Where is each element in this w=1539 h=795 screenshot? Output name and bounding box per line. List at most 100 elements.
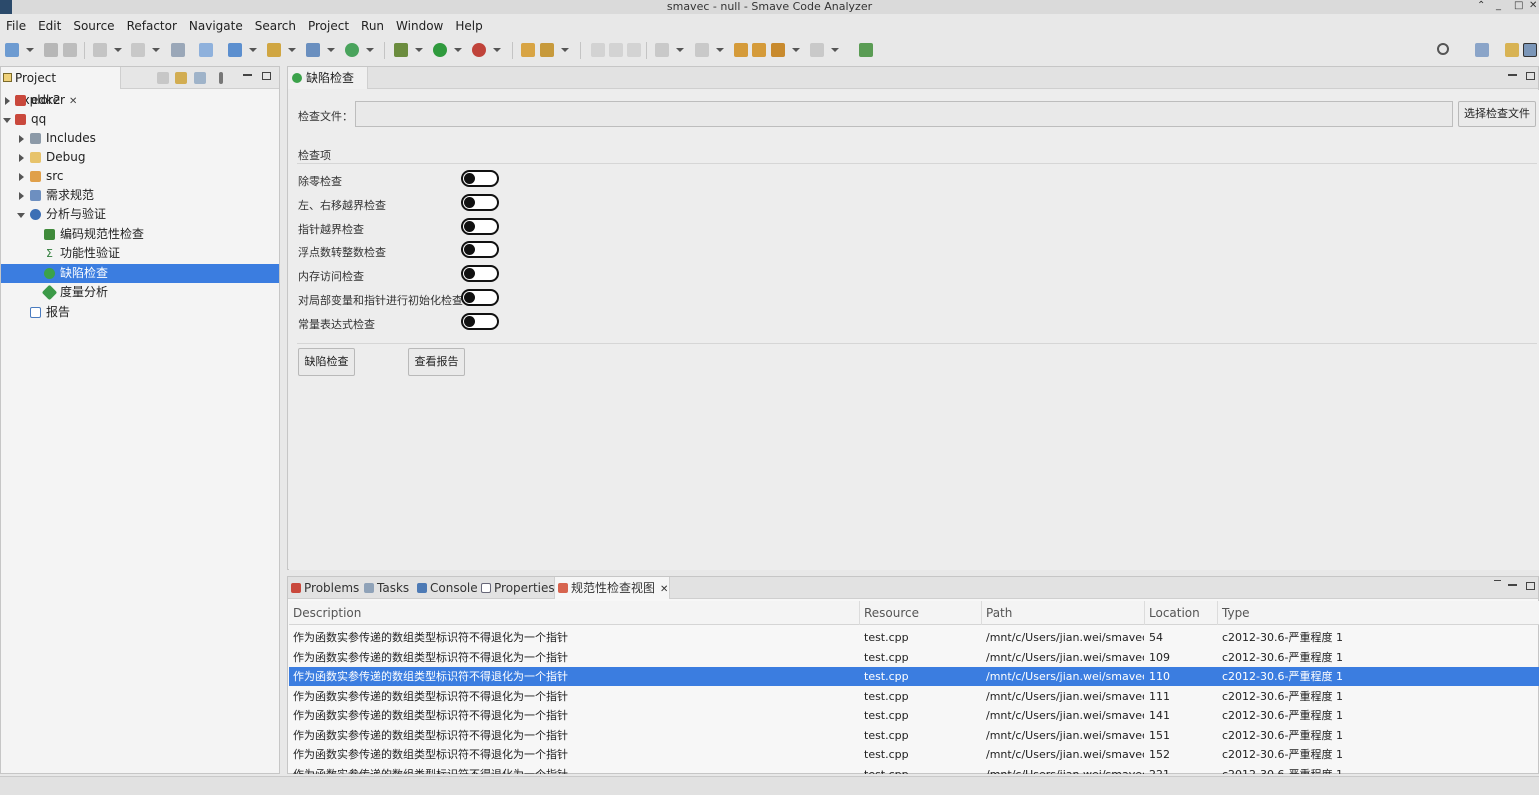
menu-edit[interactable]: Edit	[32, 16, 67, 36]
build-dropdown-icon[interactable]	[152, 48, 160, 52]
tab-console[interactable]: Console	[414, 577, 478, 599]
toggle-float-to-int[interactable]	[461, 241, 499, 258]
menu-search[interactable]: Search	[249, 16, 302, 36]
expand-icon[interactable]	[5, 97, 10, 105]
tree-item-requirements[interactable]: 需求规范	[1, 186, 279, 205]
tree-item-edk2[interactable]: edk2	[1, 91, 279, 110]
link-with-editor-icon[interactable]	[175, 72, 187, 84]
refresh-dropdown-icon[interactable]	[366, 48, 374, 52]
forward-icon[interactable]	[810, 43, 824, 57]
menu-run[interactable]: Run	[355, 16, 390, 36]
tab-properties[interactable]: Properties	[478, 577, 555, 599]
search-file-icon[interactable]	[199, 43, 213, 57]
run-icon[interactable]	[433, 43, 447, 57]
filter-icon[interactable]	[194, 72, 206, 84]
save-icon[interactable]	[44, 43, 58, 57]
external-tools-icon[interactable]	[472, 43, 486, 57]
toggle-init-check[interactable]	[461, 289, 499, 306]
expand-icon[interactable]	[19, 173, 24, 181]
debug-dropdown-icon[interactable]	[415, 48, 423, 52]
table-row[interactable]: 作为函数实参传递的数组类型标识符不得退化为一个指针 test.cpp /mnt/…	[289, 706, 1539, 725]
tree-item-function-verify[interactable]: Σ 功能性验证	[1, 244, 279, 263]
tree-item-defect-check[interactable]: 缺陷检查	[1, 264, 279, 283]
run-dropdown-icon[interactable]	[454, 48, 462, 52]
table-row[interactable]: 作为函数实参传递的数组类型标识符不得退化为一个指针 test.cpp /mnt/…	[289, 765, 1539, 774]
analyzer-perspective-icon[interactable]	[1523, 43, 1537, 57]
collapse-icon[interactable]: ⌃	[1477, 0, 1485, 12]
tree-item-debug[interactable]: Debug	[1, 148, 279, 167]
last-edit-icon[interactable]	[734, 43, 748, 57]
tree-item-analysis[interactable]: 分析与验证	[1, 205, 279, 224]
menu-navigate[interactable]: Navigate	[183, 16, 249, 36]
expand-icon[interactable]	[19, 192, 24, 200]
close-icon[interactable]: ✕	[1529, 0, 1537, 12]
external-tools-dropdown-icon[interactable]	[493, 48, 501, 52]
cpp-perspective-icon[interactable]	[1505, 43, 1519, 57]
tab-problems[interactable]: Problems	[288, 577, 359, 599]
next-annotation-dropdown-icon[interactable]	[676, 48, 684, 52]
toggle-shift-overflow[interactable]	[461, 194, 499, 211]
disabled-tool-icon[interactable]	[627, 43, 641, 57]
prev-annotation-icon[interactable]	[695, 43, 709, 57]
menu-refactor[interactable]: Refactor	[121, 16, 183, 36]
minimize-view-icon[interactable]	[243, 74, 252, 76]
collapse-icon[interactable]	[3, 118, 11, 123]
expand-icon[interactable]	[19, 135, 24, 143]
refresh-icon[interactable]	[345, 43, 359, 57]
tree-item-report[interactable]: 报告	[1, 303, 279, 322]
new-class-dropdown-icon[interactable]	[327, 48, 335, 52]
tree-item-coding-check[interactable]: 编码规范性检查	[1, 225, 279, 244]
view-menu-icon[interactable]	[219, 72, 223, 84]
menu-project[interactable]: Project	[302, 16, 355, 36]
column-header-location[interactable]: Location	[1145, 601, 1218, 625]
column-header-path[interactable]: Path	[982, 601, 1145, 625]
toggle-const-expr[interactable]	[461, 313, 499, 330]
settings-dropdown-icon[interactable]	[114, 48, 122, 52]
table-row[interactable]: 作为函数实参传递的数组类型标识符不得退化为一个指针 test.cpp /mnt/…	[289, 628, 1539, 647]
maximize-icon[interactable]: □	[1514, 0, 1523, 12]
editor-tab-defect-check[interactable]: 缺陷检查✕	[288, 67, 368, 107]
pin-editor-icon[interactable]	[859, 43, 873, 57]
project-explorer-tab[interactable]: Project Explorer ✕	[1, 67, 121, 107]
menu-help[interactable]: Help	[449, 16, 488, 36]
pen-dropdown-icon[interactable]	[561, 48, 569, 52]
forward-edit-icon[interactable]	[752, 43, 766, 57]
disabled-tool-icon[interactable]	[609, 43, 623, 57]
close-icon[interactable]: ✕	[660, 584, 668, 595]
table-row[interactable]: 作为函数实参传递的数组类型标识符不得退化为一个指针 test.cpp /mnt/…	[289, 667, 1539, 686]
search-icon[interactable]	[1437, 43, 1449, 55]
open-type-dropdown-icon[interactable]	[249, 48, 257, 52]
open-folder-icon[interactable]	[267, 43, 281, 57]
open-perspective-icon[interactable]	[1475, 43, 1489, 57]
maximize-view-icon[interactable]	[262, 72, 271, 80]
view-menu-icon[interactable]	[1494, 580, 1501, 581]
build-icon[interactable]	[131, 43, 145, 57]
expand-icon[interactable]	[19, 154, 24, 162]
view-report-button[interactable]: 查看报告	[408, 348, 465, 376]
save-all-icon[interactable]	[63, 43, 77, 57]
select-file-button[interactable]: 选择检查文件	[1458, 101, 1536, 127]
back-icon[interactable]	[771, 43, 785, 57]
minimize-view-icon[interactable]	[1508, 74, 1517, 76]
tree-item-qq[interactable]: qq	[1, 110, 279, 129]
new-dropdown-icon[interactable]	[26, 48, 34, 52]
menu-source[interactable]: Source	[67, 16, 120, 36]
open-type-icon[interactable]	[228, 43, 242, 57]
open-folder-dropdown-icon[interactable]	[288, 48, 296, 52]
minimize-view-icon[interactable]	[1508, 584, 1517, 586]
run-defect-check-button[interactable]: 缺陷检查	[298, 348, 355, 376]
minimize-icon[interactable]: _	[1496, 0, 1501, 12]
toggle-pointer-bounds[interactable]	[461, 218, 499, 235]
table-row[interactable]: 作为函数实参传递的数组类型标识符不得退化为一个指针 test.cpp /mnt/…	[289, 726, 1539, 745]
toggle-memory-access[interactable]	[461, 265, 499, 282]
check-file-input[interactable]	[355, 101, 1453, 127]
table-row[interactable]: 作为函数实参传递的数组类型标识符不得退化为一个指针 test.cpp /mnt/…	[289, 687, 1539, 706]
collapse-all-icon[interactable]	[157, 72, 169, 84]
table-row[interactable]: 作为函数实参传递的数组类型标识符不得退化为一个指针 test.cpp /mnt/…	[289, 745, 1539, 764]
column-header-resource[interactable]: Resource	[860, 601, 982, 625]
forward-dropdown-icon[interactable]	[831, 48, 839, 52]
menu-file[interactable]: File	[0, 16, 32, 36]
new-class-icon[interactable]	[306, 43, 320, 57]
print-icon[interactable]	[171, 43, 185, 57]
menu-window[interactable]: Window	[390, 16, 449, 36]
